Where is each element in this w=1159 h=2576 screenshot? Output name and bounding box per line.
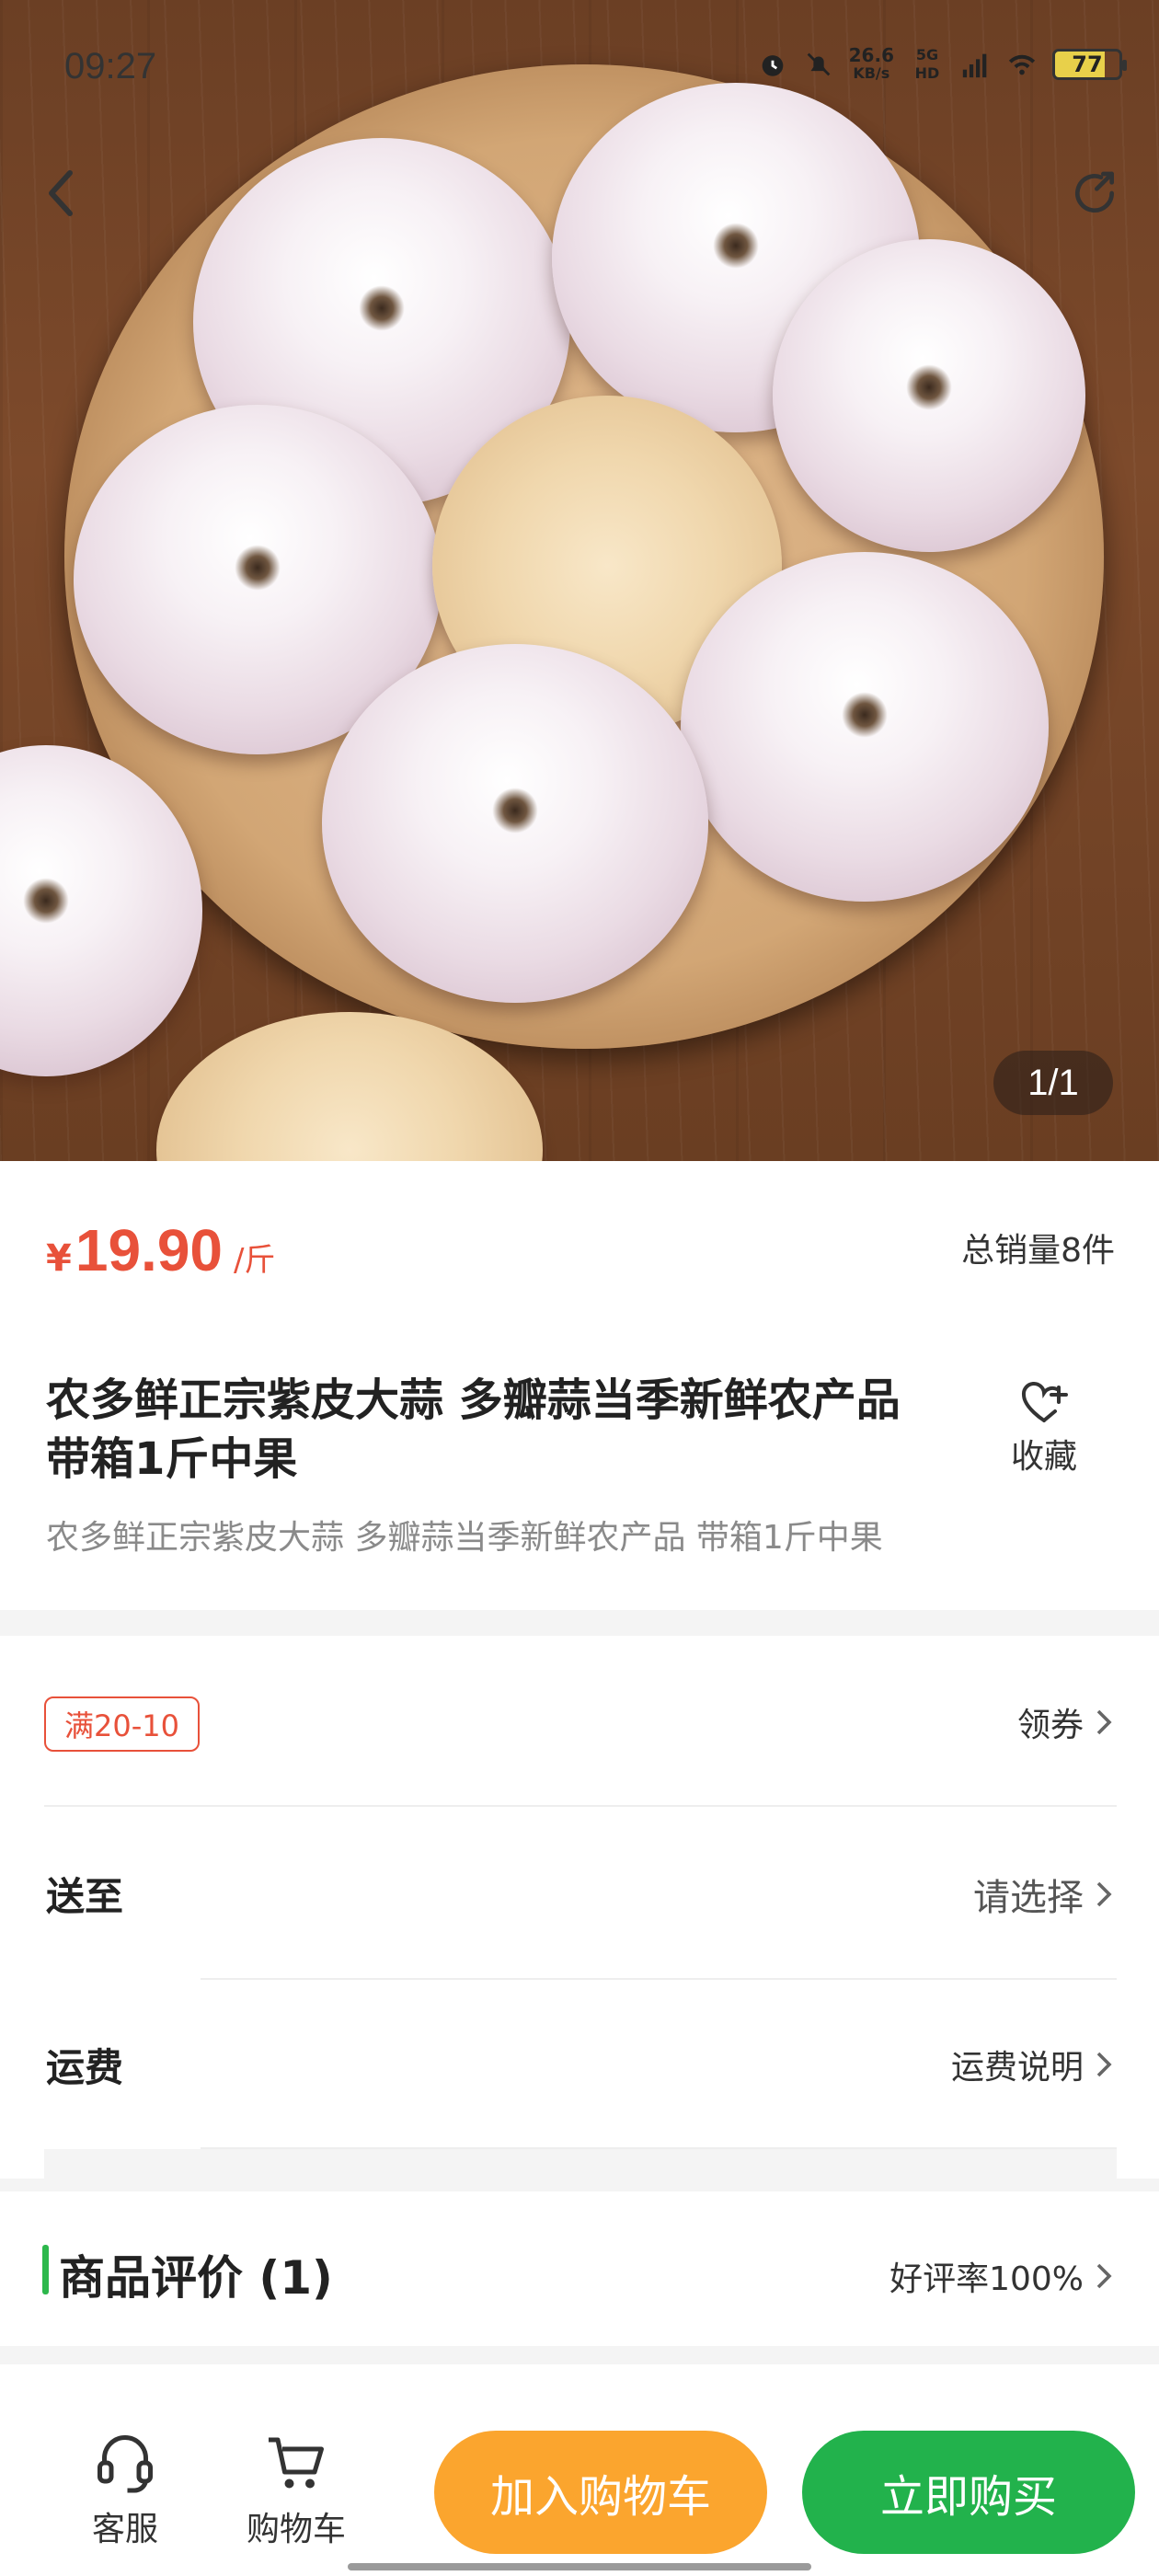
reviews-title: 商品评价 (1) [59, 2251, 333, 2305]
get-coupon-label: 领券 [1016, 1707, 1084, 1744]
price-row: ¥ 19.90 /斤 [46, 1216, 275, 1284]
share-icon [1075, 171, 1114, 213]
chevron-right-icon [1096, 2263, 1112, 2289]
garlic-bulb [681, 552, 1049, 902]
ship-to-selector[interactable]: 请选择 [973, 1868, 1113, 1921]
freight-label: 运费 [46, 2045, 124, 2090]
freight-info-label: 运费说明 [950, 2049, 1084, 2087]
customer-service-label: 客服 [91, 2511, 158, 2548]
share-button[interactable] [1067, 166, 1122, 221]
favorite-label: 收藏 [1010, 1438, 1077, 1476]
freight-info-link[interactable]: 运费说明 [951, 2041, 1113, 2088]
product-info-card: ¥ 19.90 /斤 总销量8件 农多鲜正宗紫皮大蒜 多瓣蒜当季新鲜农产品 带箱… [0, 1161, 1159, 1610]
status-icons: 26.6 KB/s 5G HD 77 [757, 46, 1127, 83]
reviews-card[interactable]: 商品评价 (1) 好评率100% [0, 2191, 1159, 2346]
status-time: 09:27 [64, 46, 157, 86]
customer-service-button[interactable]: 客服 [61, 2431, 189, 2550]
product-subtitle: 农多鲜正宗紫皮大蒜 多瓣蒜当季新鲜农产品 带箱1斤中果 [46, 1519, 883, 1557]
price-value: 19.90 [75, 1217, 223, 1283]
net-speed-value: 26.6 [848, 44, 894, 66]
chevron-right-icon [1096, 1881, 1112, 1907]
headset-icon [98, 2435, 153, 2493]
garlic-bulb [773, 239, 1085, 552]
section-accent-bar [42, 2245, 49, 2294]
product-title: 农多鲜正宗紫皮大蒜 多瓣蒜当季新鲜农产品 带箱1斤中果 [46, 1374, 901, 1485]
buy-now-button[interactable]: 立即购买 [802, 2431, 1135, 2554]
divider [201, 2147, 1117, 2149]
back-button[interactable] [33, 166, 88, 221]
add-to-cart-button[interactable]: 加入购物车 [434, 2431, 767, 2554]
chevron-right-icon [1096, 1709, 1112, 1735]
net-speed: 26.6 KB/s [849, 46, 894, 83]
get-coupon-link[interactable]: 领券 [1017, 1698, 1113, 1746]
ship-to-label: 送至 [46, 1874, 124, 1919]
back-arrow-icon [49, 170, 73, 216]
product-image-gallery[interactable]: 09:27 26.6 KB/s 5G HD 77 1/1 [0, 0, 1159, 1161]
net-speed-unit: KB/s [853, 64, 890, 82]
mute-icon [807, 52, 830, 76]
positive-rate: 好评率100% [889, 2260, 1084, 2298]
cart-button[interactable]: 购物车 [232, 2431, 361, 2550]
coupon-tag: 满20-10 [44, 1696, 200, 1752]
battery-icon: 77 [1052, 49, 1127, 80]
wifi-icon [1008, 54, 1036, 75]
delivery-card: 满20-10 领券 送至 请选择 运费 运费说明 [0, 1636, 1159, 2179]
currency-symbol: ¥ [46, 1237, 72, 1280]
reviews-link[interactable]: 好评率100% [889, 2252, 1113, 2300]
heart-plus-icon [1021, 1381, 1068, 1422]
cart-label: 购物车 [246, 2511, 346, 2548]
home-indicator[interactable] [348, 2563, 811, 2570]
signal-icon [962, 53, 987, 78]
divider [44, 1805, 1117, 1807]
garlic-bulb [322, 644, 708, 1003]
total-sales: 总销量8件 [961, 1232, 1115, 1270]
image-counter: 1/1 [993, 1051, 1113, 1115]
section-spacer [44, 2149, 1117, 2179]
divider [201, 1978, 1117, 1980]
bottom-action-bar: 客服 购物车 加入购物车 立即购买 [0, 2364, 1159, 2576]
chevron-right-icon [1096, 2052, 1112, 2077]
alarm-icon [762, 55, 783, 76]
price-unit: /斤 [234, 1242, 276, 1279]
favorite-button[interactable]: 收藏 [993, 1378, 1095, 1478]
ship-to-value: 请选择 [973, 1877, 1084, 1919]
shopping-cart-icon [269, 2437, 324, 2489]
signal-label: 5G HD [914, 46, 940, 82]
